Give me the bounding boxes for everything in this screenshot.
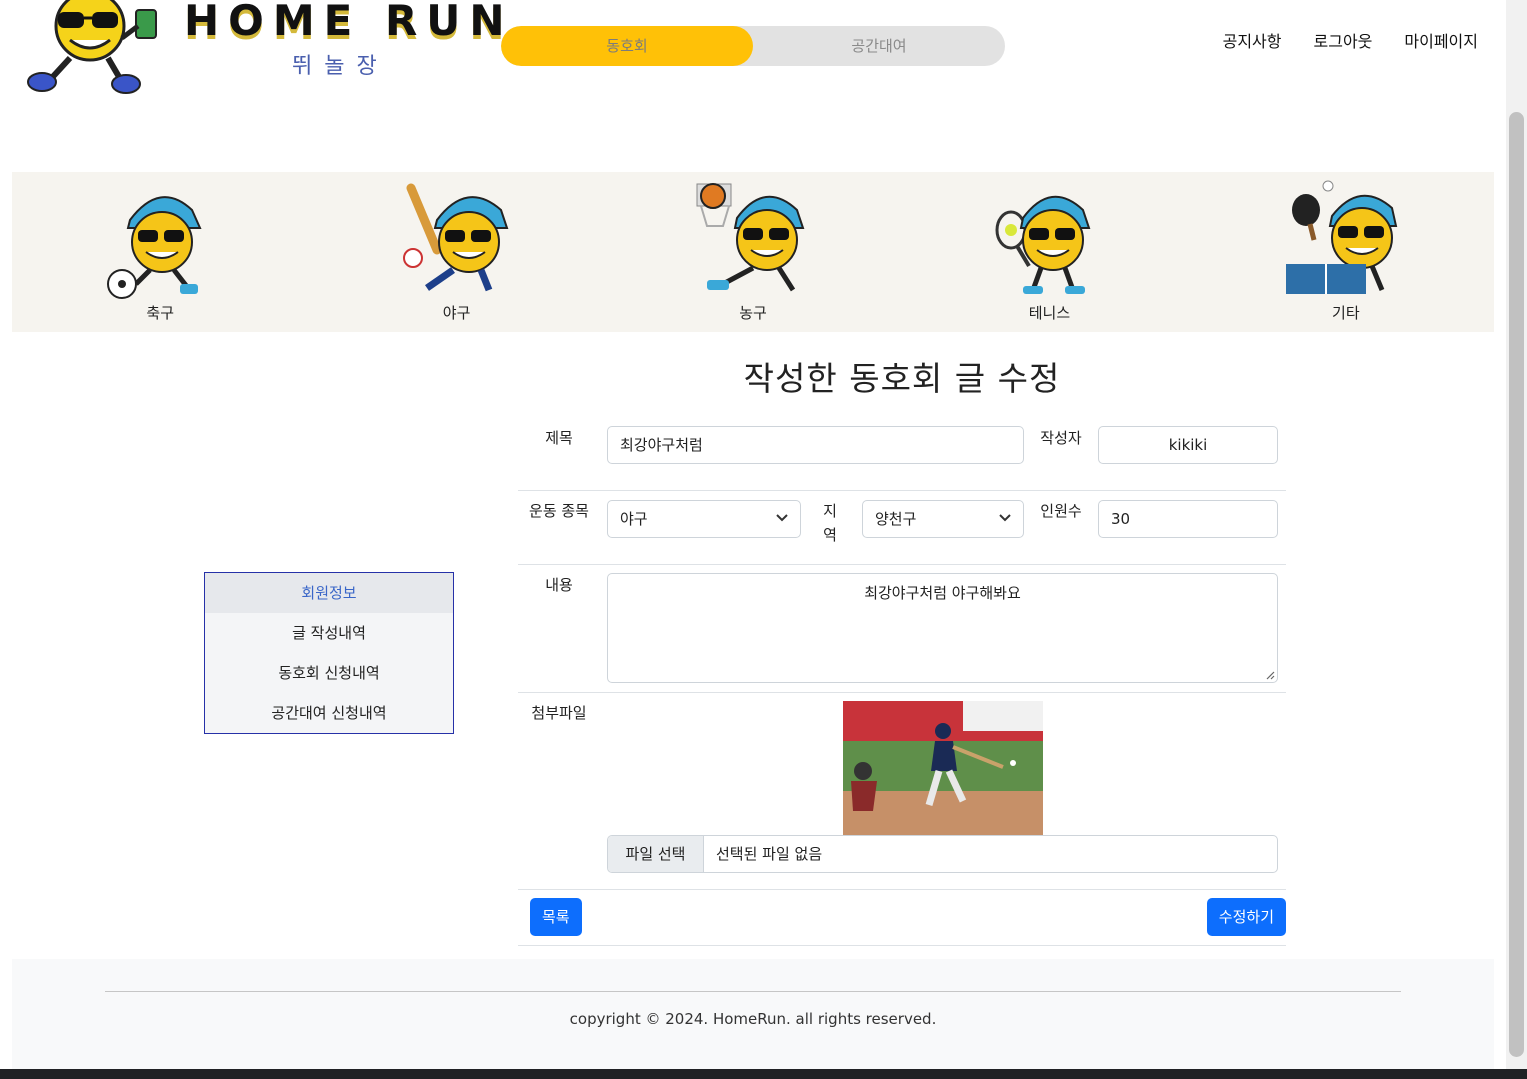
toggle-space-rental[interactable]: 공간대여 — [753, 26, 1005, 66]
scrollbar-thumb[interactable] — [1509, 112, 1524, 1057]
row-meta: 운동 종목 야구 지역 양천구 인원수 30 — [518, 491, 1286, 565]
category-etc[interactable]: 기타 — [1198, 172, 1494, 332]
footer: copyright © 2024. HomeRun. all rights re… — [12, 959, 1494, 1069]
copyright-text: copyright © 2024. HomeRun. all rights re… — [569, 1010, 937, 1028]
baseball-mascot-icon — [402, 183, 508, 292]
chevron-down-icon — [776, 514, 788, 522]
page-title: 작성한 동호회 글 수정 — [743, 359, 1061, 398]
count-input[interactable]: 30 — [1098, 500, 1278, 538]
pingpong-mascot-icon — [1285, 180, 1398, 294]
submit-edit-button[interactable]: 수정하기 — [1206, 898, 1286, 936]
side-menu: 회원정보 글 작성내역 동호회 신청내역 공간대여 신청내역 — [204, 572, 454, 734]
file-input[interactable]: 파일 선택 선택된 파일 없음 — [607, 835, 1278, 873]
resize-handle-icon[interactable] — [1265, 670, 1275, 680]
row-title: 제목 최강야구처럼 작성자 kikiki — [518, 414, 1286, 491]
category-label: 테니스 — [1028, 304, 1071, 322]
category-tennis[interactable]: 테니스 — [901, 172, 1197, 332]
page: HOME RUN 뛰놀장 동호회 공간대여 공지사항 로그아웃 마이페이지 축구 — [0, 0, 1506, 1069]
logo-title[interactable]: HOME RUN — [184, 0, 514, 45]
row-actions: 목록 수정하기 — [518, 890, 1286, 946]
list-button[interactable]: 목록 — [530, 898, 582, 936]
top-nav: 공지사항 로그아웃 마이페이지 — [1223, 28, 1478, 52]
category-band: 축구 야구 농구 테니스 기타 — [12, 172, 1494, 332]
tennis-mascot-icon — [995, 195, 1091, 294]
file-select-button[interactable]: 파일 선택 — [608, 836, 704, 872]
toggle-club[interactable]: 동호회 — [501, 26, 753, 66]
basketball-mascot-icon — [696, 183, 805, 292]
category-label: 축구 — [146, 304, 174, 322]
category-baseball[interactable]: 야구 — [308, 172, 604, 332]
category-soccer[interactable]: 축구 — [12, 172, 308, 332]
content-textarea[interactable]: 최강야구처럼 야구해봐요 — [607, 573, 1278, 683]
row-attachment: 첨부파일 파일 선택 선택된 파일 없음 — [518, 693, 1286, 890]
row-content: 내용 최강야구처럼 야구해봐요 — [518, 565, 1286, 693]
side-menu-space-applications[interactable]: 공간대여 신청내역 — [205, 693, 453, 733]
side-menu-post-history[interactable]: 글 작성내역 — [205, 613, 453, 653]
author-input: kikiki — [1098, 426, 1278, 464]
service-toggle[interactable]: 동호회 공간대여 — [501, 26, 1005, 66]
category-label: 기타 — [1332, 304, 1360, 322]
author-label: 작성자 — [1040, 429, 1082, 447]
footer-divider — [105, 991, 1401, 992]
region-label: 지역 — [823, 502, 837, 544]
title-label: 제목 — [545, 429, 573, 447]
sport-label: 운동 종목 — [529, 502, 589, 520]
region-select[interactable]: 양천구 — [862, 500, 1024, 538]
file-status: 선택된 파일 없음 — [716, 845, 823, 863]
count-label: 인원수 — [1040, 502, 1082, 520]
edit-form: 제목 최강야구처럼 작성자 kikiki 운동 종목 야구 지역 양천구 인원수… — [518, 414, 1286, 946]
nav-logout[interactable]: 로그아웃 — [1314, 28, 1373, 52]
category-basketball[interactable]: 농구 — [605, 172, 901, 332]
chevron-down-icon — [999, 514, 1011, 522]
category-label: 야구 — [442, 304, 471, 322]
attachment-photo — [843, 701, 1043, 835]
region-select-value: 양천구 — [875, 510, 917, 528]
content-label: 내용 — [545, 576, 573, 594]
attach-label: 첨부파일 — [531, 704, 587, 722]
vertical-scrollbar[interactable] — [1506, 0, 1527, 1069]
sport-select-value: 야구 — [620, 510, 648, 528]
title-input[interactable]: 최강야구처럼 — [607, 426, 1024, 464]
category-label: 농구 — [739, 304, 767, 322]
side-menu-club-applications[interactable]: 동호회 신청내역 — [205, 653, 453, 693]
nav-notice[interactable]: 공지사항 — [1223, 28, 1282, 52]
taskbar — [0, 1069, 1527, 1079]
sport-select[interactable]: 야구 — [607, 500, 801, 538]
logo-mascot-icon[interactable] — [18, 0, 163, 94]
soccer-mascot-icon — [107, 196, 202, 299]
content-text: 최강야구처럼 야구해봐요 — [864, 584, 1021, 602]
side-menu-member-info[interactable]: 회원정보 — [205, 573, 453, 613]
nav-mypage[interactable]: 마이페이지 — [1404, 28, 1478, 52]
logo-subtitle: 뛰놀장 — [292, 54, 389, 79]
